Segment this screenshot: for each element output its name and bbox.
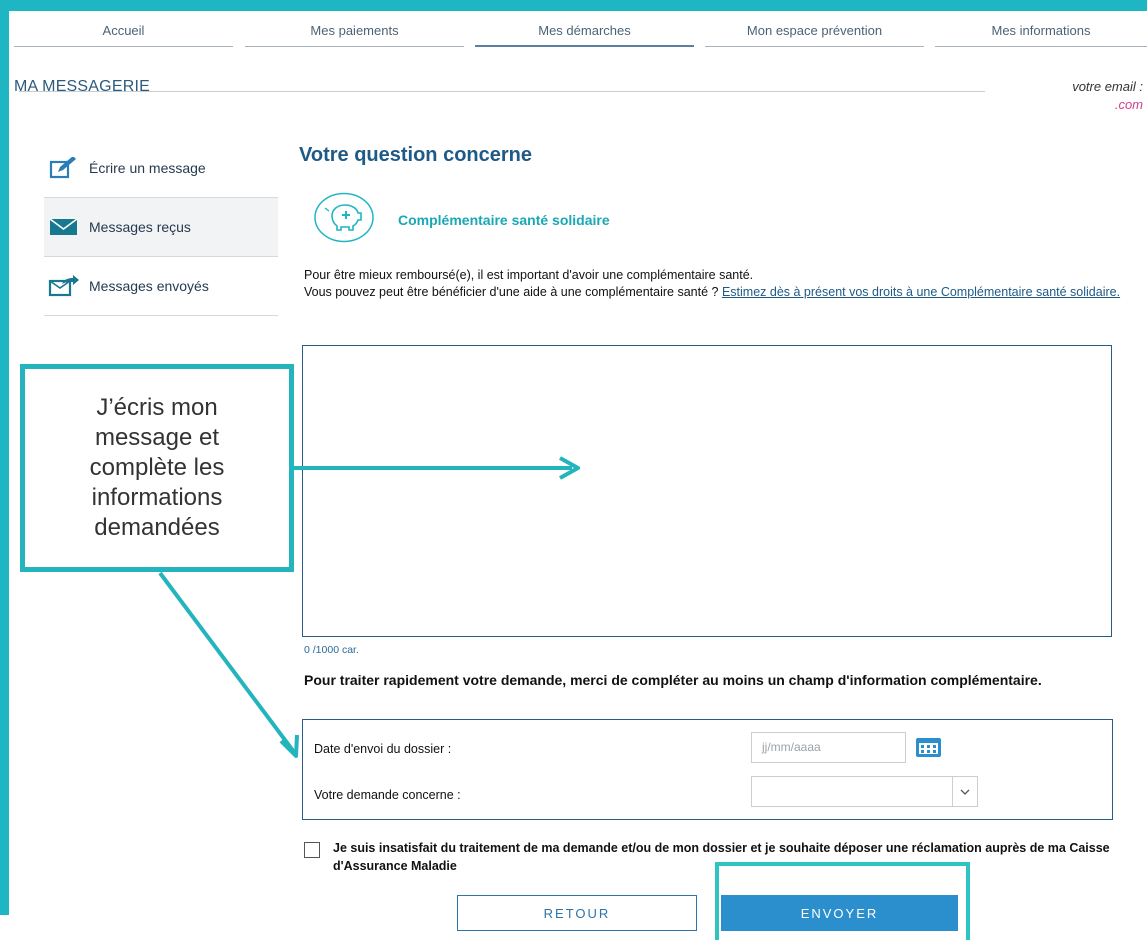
info-line-2: Vous pouvez peut être bénéficier d'une a… [304, 284, 1124, 301]
frame-top-border [0, 0, 1147, 11]
email-value: .com [1114, 97, 1143, 112]
character-counter: 0 /1000 car. [304, 644, 359, 656]
piggy-bank-icon [314, 192, 375, 243]
frame-left-border [0, 0, 9, 915]
envelope-icon [47, 215, 81, 239]
back-button[interactable]: RETOUR [457, 895, 697, 931]
title-divider [19, 91, 985, 92]
sent-message-icon [47, 274, 81, 298]
complaint-label: Je suis insatisfait du traitement de ma … [333, 841, 1110, 873]
date-input[interactable]: jj/mm/aaaa [751, 732, 906, 763]
info-text: Pour être mieux remboursé(e), il est imp… [304, 267, 1124, 301]
nav-tab-mes-demarches[interactable]: Mes démarches [475, 11, 694, 47]
pencil-icon [47, 156, 81, 180]
sidebar-item-label: Messages reçus [89, 219, 191, 235]
sidebar-item-label: Écrire un message [89, 160, 206, 176]
additional-info-fields: Date d'envoi du dossier : jj/mm/aaaa Vot… [302, 719, 1113, 820]
sidebar-item-label: Messages envoyés [89, 278, 209, 294]
chevron-down-icon[interactable] [952, 777, 977, 806]
tutorial-callout: J’écris mon message et complète les info… [20, 364, 294, 572]
callout-text: J’écris mon message et complète les info… [89, 394, 225, 541]
concern-select[interactable] [751, 776, 978, 807]
estimate-rights-link[interactable]: Estimez dès à présent vos droits à une C… [722, 285, 1120, 299]
topic-label: Complémentaire santé solidaire [398, 212, 610, 228]
nav-tab-mon-espace-prevention[interactable]: Mon espace prévention [705, 11, 924, 47]
page-title: MA MESSAGERIE [14, 78, 150, 95]
complaint-checkbox[interactable] [304, 842, 320, 858]
main-navigation: Accueil Mes paiements Mes démarches Mon … [14, 11, 1147, 47]
send-button[interactable]: ENVOYER [721, 895, 958, 931]
info-line-1: Pour être mieux remboursé(e), il est imp… [304, 268, 754, 282]
date-label: Date d'envoi du dossier : [314, 742, 452, 756]
sidebar-item-messages-recus[interactable]: Messages reçus [44, 198, 278, 257]
sidebar-item-ecrire-message[interactable]: Écrire un message [44, 139, 278, 198]
nav-tab-accueil[interactable]: Accueil [14, 11, 233, 47]
sidebar-item-messages-envoyes[interactable]: Messages envoyés [44, 257, 278, 316]
email-label: votre email : [1072, 79, 1143, 94]
message-textarea[interactable] [302, 345, 1112, 637]
info-line-2-text: Vous pouvez peut être bénéficier d'une a… [304, 285, 722, 299]
arrow-to-fields [158, 571, 299, 758]
calendar-icon[interactable] [915, 736, 942, 758]
nav-tab-mes-informations[interactable]: Mes informations [935, 11, 1147, 47]
nav-tab-mes-paiements[interactable]: Mes paiements [245, 11, 464, 47]
question-heading: Votre question concerne [299, 144, 533, 166]
instruction-text: Pour traiter rapidement votre demande, m… [304, 672, 1042, 688]
messaging-sidebar: Écrire un message Messages reçus Message… [44, 139, 278, 316]
concern-label: Votre demande concerne : [314, 788, 461, 802]
